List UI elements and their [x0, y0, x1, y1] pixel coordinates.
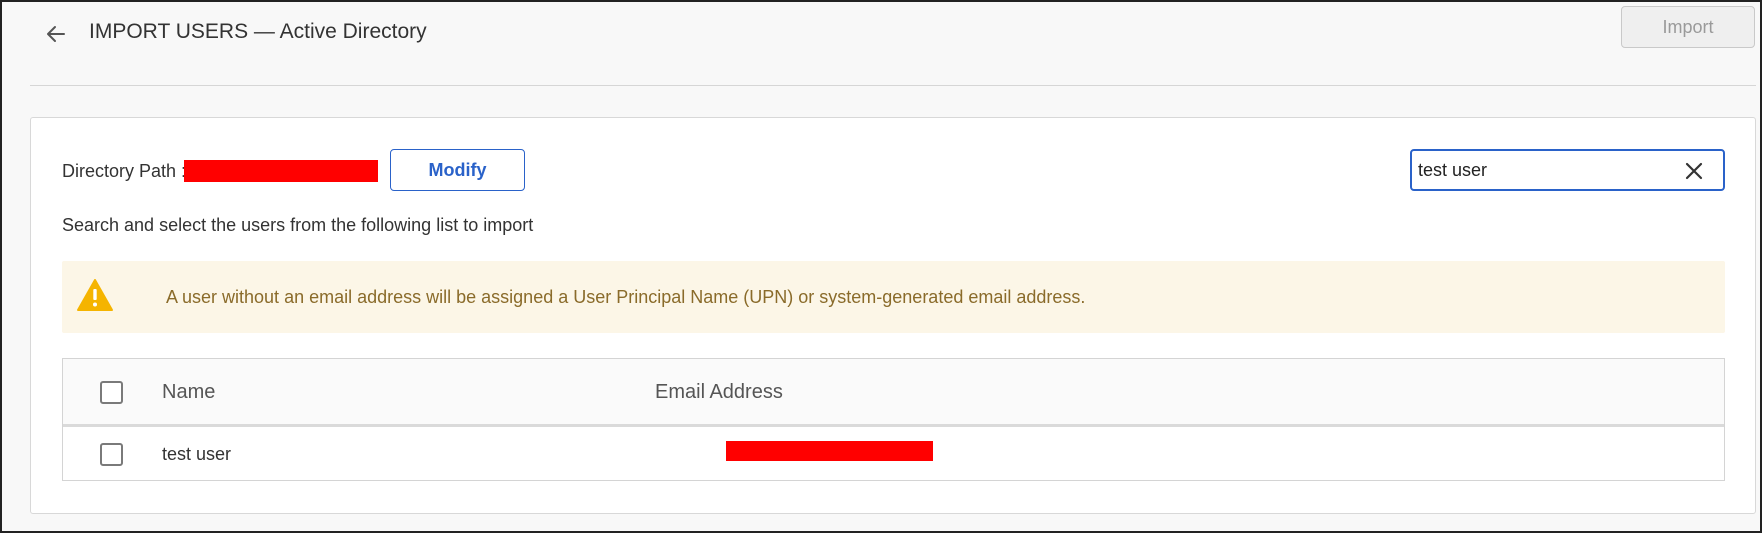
row-checkbox[interactable] — [100, 443, 123, 466]
search-input[interactable] — [1418, 157, 1668, 183]
page-title: IMPORT USERS — Active Directory — [89, 20, 427, 43]
header-divider — [30, 85, 1756, 86]
table-row[interactable]: test user @ — [63, 430, 1724, 480]
back-button[interactable] — [40, 18, 72, 50]
redacted-directory-path — [184, 160, 378, 182]
user-name-cell: test user — [162, 444, 232, 464]
column-header-email[interactable]: Email Address — [655, 380, 783, 404]
users-table: Name Email Address test user @ — [62, 358, 1725, 481]
close-icon — [1685, 162, 1703, 180]
modify-button[interactable]: Modify — [390, 149, 525, 191]
page-header: IMPORT USERS — Active Directory Import — [2, 2, 1760, 86]
instruction-text: Search and select the users from the fol… — [62, 215, 534, 235]
search-box — [1410, 149, 1725, 191]
arrow-left-icon — [47, 26, 65, 42]
select-all-checkbox[interactable] — [100, 381, 123, 404]
clear-search-button[interactable] — [1682, 159, 1706, 183]
import-card: Directory Path : Modify Search and selec… — [30, 117, 1756, 514]
column-header-name[interactable]: Name — [162, 380, 215, 404]
warning-text: A user without an email address will be … — [166, 287, 1086, 307]
redacted-email-cell — [726, 441, 933, 461]
import-button[interactable]: Import — [1621, 6, 1755, 48]
table-header: Name Email Address — [63, 359, 1724, 427]
warning-triangle-icon — [77, 279, 113, 311]
warning-banner: A user without an email address will be … — [62, 261, 1725, 333]
directory-path-label: Directory Path : — [62, 161, 187, 181]
